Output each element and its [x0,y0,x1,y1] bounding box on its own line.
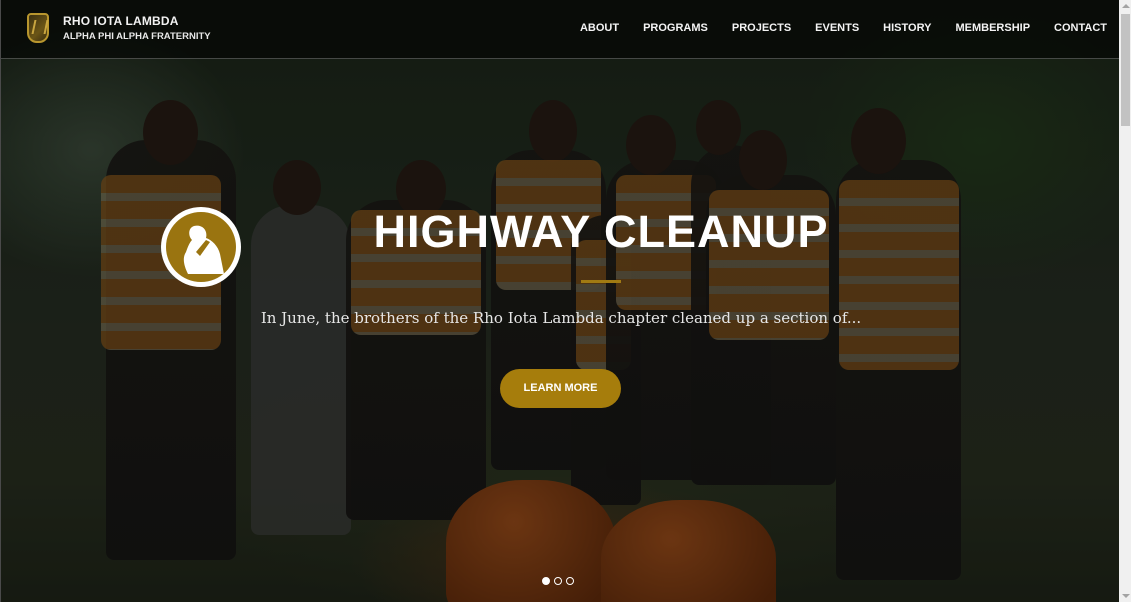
main-nav: ABOUT PROGRAMS PROJECTS EVENTS HISTORY M… [580,22,1107,34]
carousel-dot-3[interactable] [566,577,574,585]
vertical-scrollbar[interactable] [1119,0,1131,602]
nav-item-history[interactable]: HISTORY [883,22,931,34]
hero-description: In June, the brothers of the Rho Iota La… [260,309,862,327]
carousel-indicators [542,577,574,585]
hero-title: HIGHWAY CLEANUP [373,206,829,257]
nav-item-events[interactable]: EVENTS [815,22,859,34]
nav-item-contact[interactable]: CONTACT [1054,22,1107,34]
nav-item-programs[interactable]: PROGRAMS [643,22,708,34]
scroll-down-arrow-icon[interactable] [1122,594,1130,598]
brand-title[interactable]: RHO IOTA LAMBDA [63,14,179,28]
carousel-dot-1[interactable] [542,577,550,585]
nav-item-membership[interactable]: MEMBERSHIP [955,22,1030,34]
page: RHO IOTA LAMBDA ALPHA PHI ALPHA FRATERNI… [0,0,1131,602]
learn-more-button[interactable]: LEARN MORE [500,369,621,408]
fraternity-crest-icon[interactable] [27,13,49,43]
carousel-dot-2[interactable] [554,577,562,585]
site-header: RHO IOTA LAMBDA ALPHA PHI ALPHA FRATERNI… [1,0,1119,59]
nav-item-about[interactable]: ABOUT [580,22,619,34]
hero-dark-overlay [1,0,1119,602]
scroll-up-arrow-icon[interactable] [1122,4,1130,8]
scrollbar-thumb[interactable] [1121,14,1130,126]
hero-divider [581,280,621,283]
nav-item-projects[interactable]: PROJECTS [732,22,791,34]
brand-subtitle: ALPHA PHI ALPHA FRATERNITY [63,31,211,42]
